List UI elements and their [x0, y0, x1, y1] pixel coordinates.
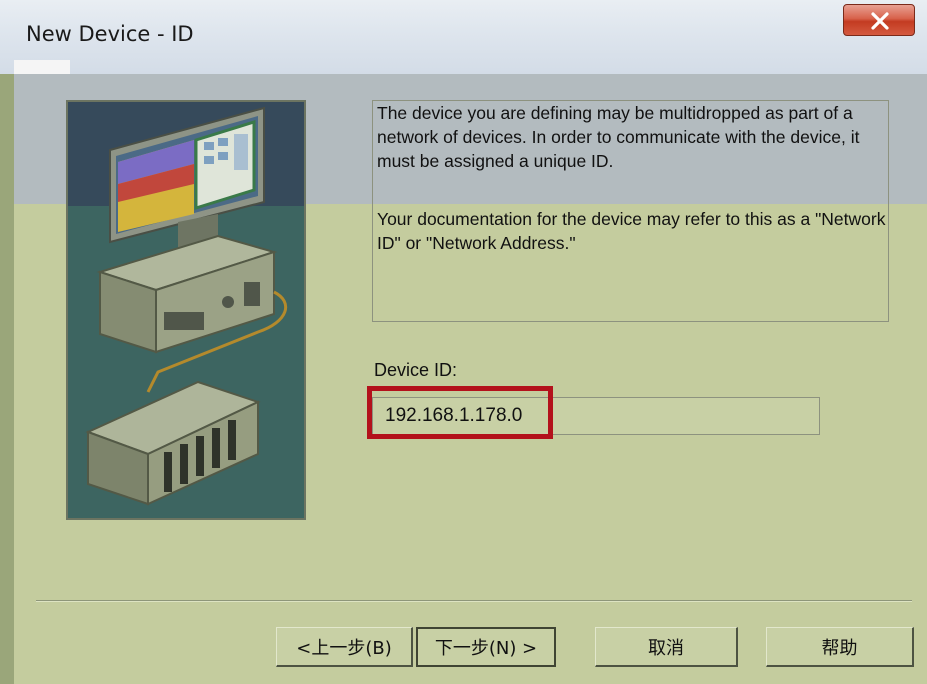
title-notch: [14, 60, 70, 74]
left-edge: [0, 74, 14, 684]
description-paragraph-1: The device you are defining may be multi…: [377, 103, 860, 171]
description-box: The device you are defining may be multi…: [372, 100, 889, 322]
computer-plc-illustration-icon: [85, 106, 287, 506]
cancel-button[interactable]: 取消: [595, 627, 738, 667]
button-separator: [36, 600, 912, 602]
next-button[interactable]: 下一步(N) >: [416, 627, 556, 667]
window-title: New Device - ID: [26, 22, 194, 46]
close-icon: [871, 12, 889, 30]
close-button[interactable]: [843, 4, 915, 36]
device-id-label: Device ID:: [374, 360, 458, 380]
device-id-input[interactable]: [372, 397, 820, 435]
help-button[interactable]: 帮助: [766, 627, 914, 667]
title-bar[interactable]: New Device - ID: [0, 0, 927, 74]
description-paragraph-2: Your documentation for the device may re…: [377, 209, 886, 253]
back-button[interactable]: <上一步(B): [276, 627, 413, 667]
dialog-window: New Device - ID The device you are defin…: [0, 0, 927, 684]
device-illustration: [66, 100, 306, 520]
